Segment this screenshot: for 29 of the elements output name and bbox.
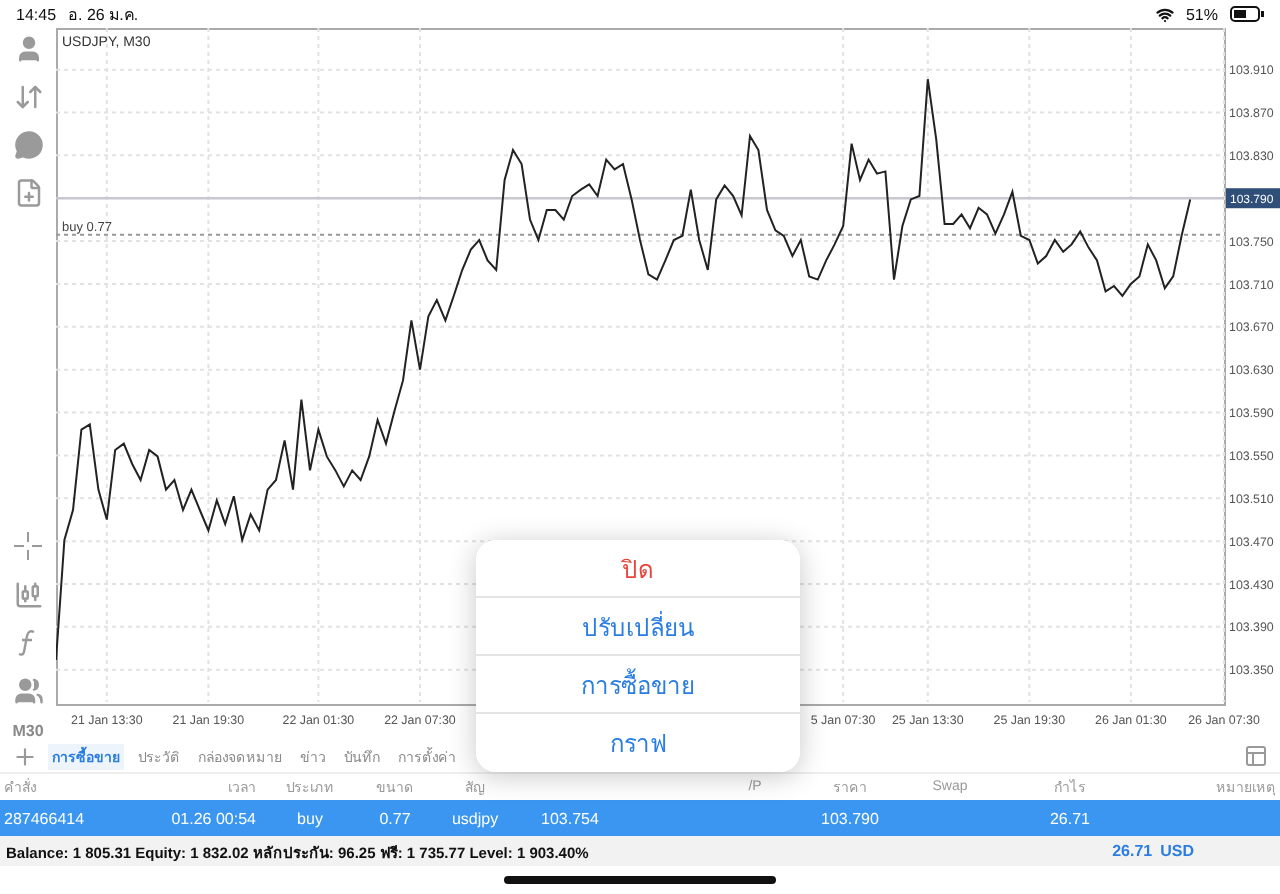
crosshair-icon[interactable] xyxy=(12,530,44,562)
timeframe-label[interactable]: M30 xyxy=(12,722,44,740)
currency: USD xyxy=(1160,842,1194,860)
clock: 14:45 xyxy=(16,5,57,23)
menu-item[interactable]: ปรับเปลี่ยน xyxy=(476,598,800,656)
arrows-icon[interactable] xyxy=(12,80,44,112)
table-cell-text: 01.26 00:54 xyxy=(169,809,258,827)
table-cell-text: 287466414 xyxy=(2,809,87,827)
add-icon[interactable] xyxy=(12,743,38,769)
total-profit: 26.71 xyxy=(1112,842,1153,860)
menu-item[interactable]: กราฟ xyxy=(476,714,800,772)
battery-percent: 51% xyxy=(1185,5,1218,23)
menu-item[interactable]: ปิด xyxy=(476,540,800,598)
table-cell-text: 0.77 xyxy=(377,809,413,827)
table-cell-text: 103.754 xyxy=(539,809,601,827)
candlestick-icon[interactable] xyxy=(12,578,44,610)
date: อ. 26 ม.ค. xyxy=(68,3,139,27)
table-row[interactable]: 287466414 01.26 00:54 buy 0.77 usdjpy 103.754 103.790 26.71 xyxy=(0,800,1280,836)
wifi-icon xyxy=(1155,5,1174,23)
layout-icon[interactable] xyxy=(1244,744,1268,768)
menu-item[interactable]: การซื้อขาย xyxy=(476,656,800,714)
table-cell-text: buy xyxy=(295,809,325,827)
users-icon[interactable] xyxy=(12,674,44,706)
table-cell-text: usdjpy xyxy=(449,809,501,827)
battery-icon xyxy=(1230,6,1264,22)
chat-icon[interactable] xyxy=(12,128,44,160)
table-cell-text: 26.71 xyxy=(1047,809,1093,827)
file-plus-icon[interactable] xyxy=(12,176,44,208)
table-cell-text: 103.790 xyxy=(819,809,881,827)
